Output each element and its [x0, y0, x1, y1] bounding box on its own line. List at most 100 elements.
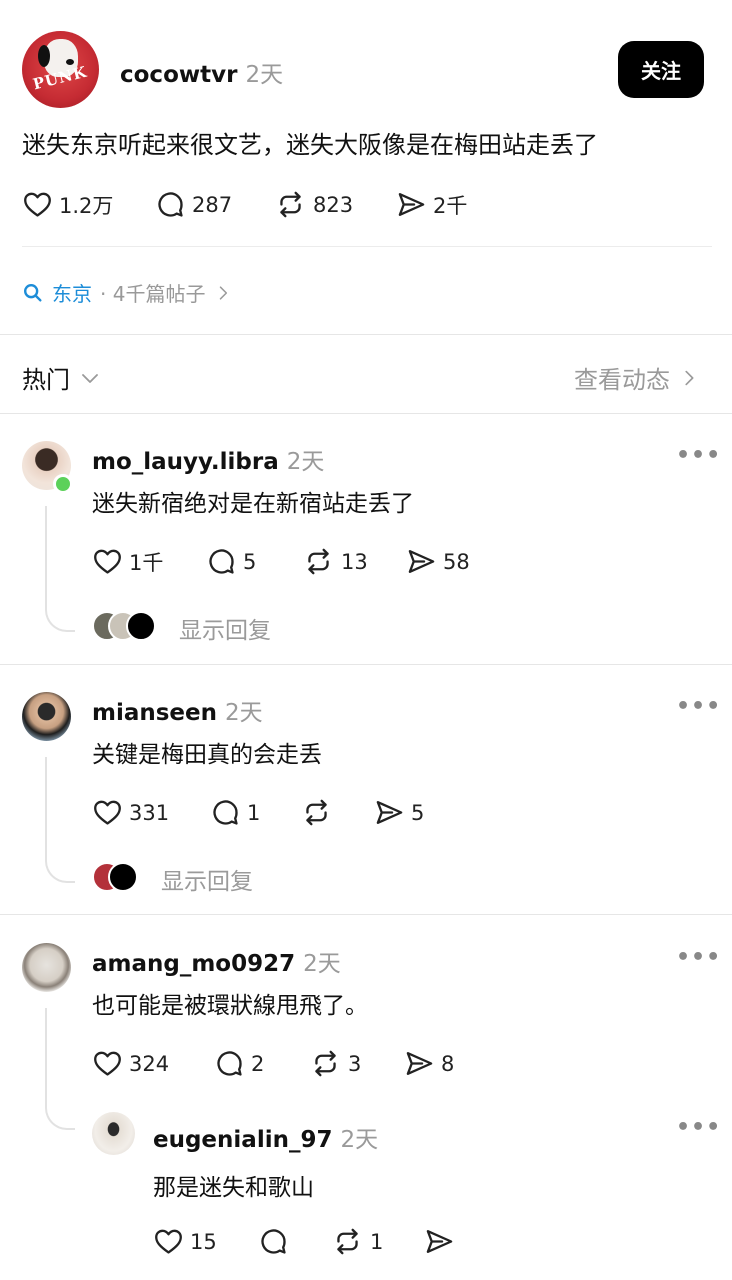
- reply-button[interactable]: 5: [206, 546, 256, 577]
- commenter-username[interactable]: mianseen: [92, 700, 217, 726]
- repost-count: 823: [313, 192, 354, 217]
- commenter-username[interactable]: mo_lauyy.libra: [92, 449, 279, 475]
- more-options-button[interactable]: •••: [676, 443, 721, 468]
- chevron-down-icon: [78, 366, 102, 390]
- reply-avatar: [108, 862, 138, 892]
- post-header: cocowtvr 2天: [120, 55, 283, 89]
- repost-button[interactable]: 1: [331, 1226, 383, 1257]
- show-replies-button[interactable]: 显示回复: [179, 611, 271, 645]
- share-button[interactable]: 2千: [396, 189, 467, 220]
- author-username[interactable]: cocowtvr: [120, 62, 237, 88]
- post-time: 2天: [245, 62, 284, 88]
- comment-header: mo_lauyy.libra 2天: [92, 442, 324, 476]
- share-icon: [406, 546, 437, 577]
- divider: [0, 413, 732, 414]
- heart-icon: [153, 1226, 184, 1257]
- comment-icon: [210, 797, 241, 828]
- thread-line: [45, 757, 47, 855]
- comment-button[interactable]: 287: [155, 189, 232, 220]
- like-count: 331: [129, 800, 170, 825]
- like-count: 1千: [129, 550, 164, 575]
- more-options-button[interactable]: •••: [676, 945, 721, 970]
- like-button[interactable]: 15: [153, 1226, 217, 1257]
- repost-count: 1: [370, 1229, 384, 1254]
- like-button[interactable]: 1千: [92, 546, 163, 577]
- repost-count: 3: [348, 1051, 362, 1076]
- reply-avatars: [92, 862, 142, 892]
- thread-curve: [45, 853, 75, 883]
- share-icon: [396, 189, 427, 220]
- more-options-button[interactable]: •••: [676, 1115, 721, 1140]
- repost-button[interactable]: 823: [274, 189, 353, 220]
- chevron-right-icon: [678, 367, 700, 389]
- sort-dropdown[interactable]: 热门: [22, 360, 102, 395]
- divider: [22, 246, 712, 247]
- reply-count: 5: [243, 549, 257, 574]
- comment-icon: [155, 189, 186, 220]
- share-count: 58: [443, 549, 470, 574]
- replier-avatar[interactable]: [92, 1112, 135, 1155]
- comment-header: mianseen 2天: [92, 693, 263, 727]
- comment-text: 迷失新宿绝对是在新宿站走丢了: [92, 491, 414, 517]
- share-count: 2千: [433, 193, 468, 218]
- repost-count: 13: [341, 549, 368, 574]
- comment-icon: [214, 1048, 245, 1079]
- author-avatar[interactable]: PUNK: [22, 31, 99, 108]
- share-button[interactable]: 5: [374, 797, 424, 828]
- topic-link[interactable]: 东京 · 4千篇帖子: [22, 278, 233, 307]
- view-activity-label: 查看动态: [574, 366, 670, 394]
- repost-icon: [300, 797, 333, 828]
- reply-text: 那是迷失和歌山: [153, 1175, 314, 1201]
- like-count: 1.2万: [59, 193, 114, 218]
- share-button[interactable]: [424, 1226, 461, 1257]
- repost-button[interactable]: 3: [309, 1048, 361, 1079]
- heart-icon: [92, 546, 123, 577]
- share-icon: [374, 797, 405, 828]
- chevron-right-icon: [213, 283, 233, 303]
- reply-button[interactable]: [258, 1226, 295, 1257]
- repost-button[interactable]: 13: [302, 546, 368, 577]
- follow-button[interactable]: 关注: [618, 41, 704, 98]
- share-icon: [424, 1226, 455, 1257]
- sort-label: 热门: [22, 366, 70, 394]
- like-button[interactable]: 324: [92, 1048, 169, 1079]
- like-button[interactable]: 331: [92, 797, 169, 828]
- comment-text: 也可能是被環狀線甩飛了。: [92, 993, 368, 1019]
- share-count: 5: [411, 800, 425, 825]
- reply-button[interactable]: 1: [210, 797, 260, 828]
- comment-header: amang_mo0927 2天: [92, 944, 341, 978]
- like-count: 15: [190, 1229, 217, 1254]
- replier-username[interactable]: eugenialin_97: [153, 1127, 332, 1153]
- commenter-avatar[interactable]: [22, 692, 71, 741]
- like-button[interactable]: 1.2万: [22, 189, 113, 220]
- view-activity-link[interactable]: 查看动态: [574, 360, 700, 395]
- reply-header: eugenialin_97 2天: [153, 1120, 378, 1154]
- repost-button[interactable]: [300, 797, 339, 828]
- repost-icon: [274, 189, 307, 220]
- repost-icon: [302, 546, 335, 577]
- online-status-indicator: [53, 474, 73, 494]
- comment-time: 2天: [303, 951, 341, 977]
- thread-curve: [45, 602, 75, 632]
- repost-icon: [309, 1048, 342, 1079]
- comment-icon: [258, 1226, 289, 1257]
- more-options-button[interactable]: •••: [676, 694, 721, 719]
- commenter-avatar[interactable]: [22, 943, 71, 992]
- show-replies-button[interactable]: 显示回复: [161, 862, 253, 896]
- reply-count: 2: [251, 1051, 265, 1076]
- share-button[interactable]: 58: [406, 546, 470, 577]
- comment-time: 2天: [225, 700, 263, 726]
- thread-line: [45, 506, 47, 604]
- reply-button[interactable]: 2: [214, 1048, 264, 1079]
- thread-line: [45, 1008, 47, 1102]
- comment-count: 287: [192, 192, 233, 217]
- topic-name: 东京: [52, 282, 92, 306]
- heart-icon: [92, 1048, 123, 1079]
- search-icon: [22, 282, 44, 304]
- heart-icon: [92, 797, 123, 828]
- commenter-username[interactable]: amang_mo0927: [92, 951, 295, 977]
- comment-icon: [206, 546, 237, 577]
- share-button[interactable]: 8: [404, 1048, 454, 1079]
- share-count: 8: [441, 1051, 455, 1076]
- reply-avatars: [92, 611, 162, 641]
